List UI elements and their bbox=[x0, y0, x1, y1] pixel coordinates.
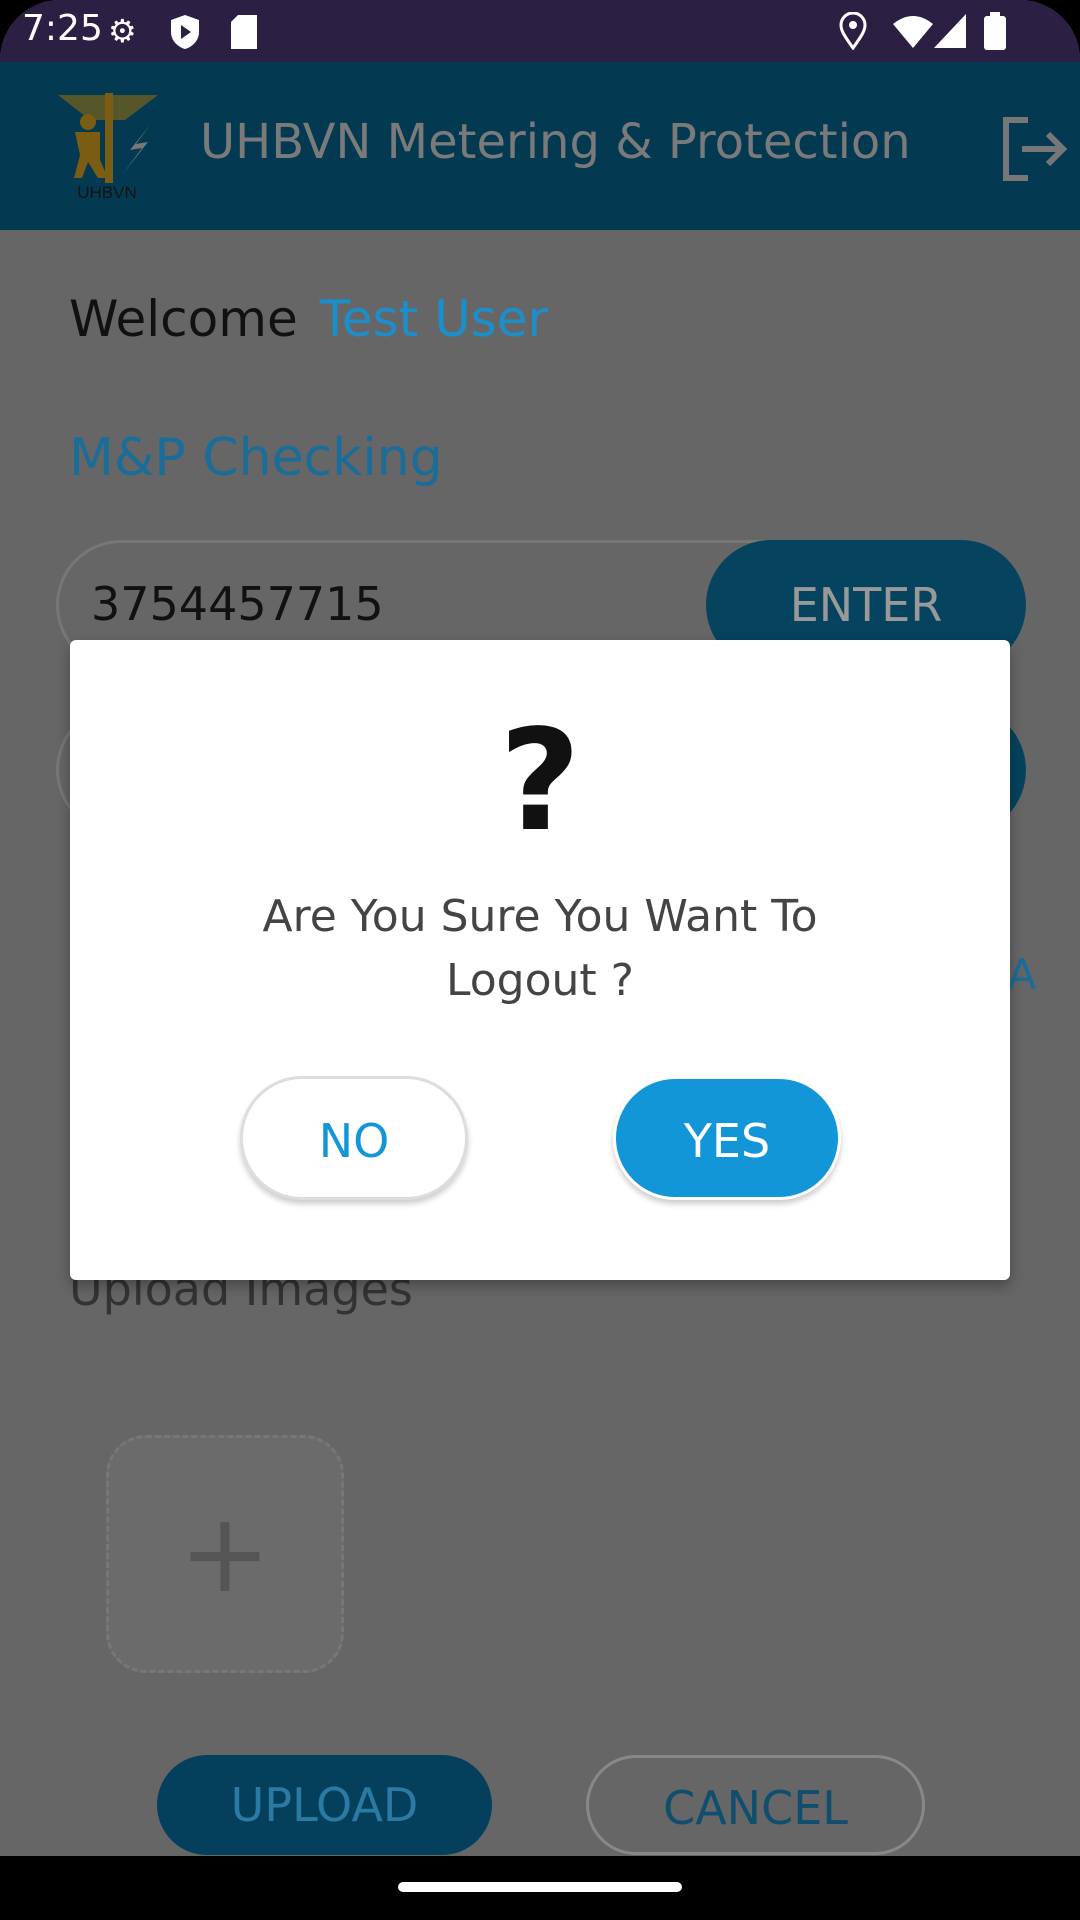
gear-icon: ⚙ bbox=[108, 12, 137, 50]
welcome-label: Welcome bbox=[69, 290, 298, 348]
shield-play-icon bbox=[171, 15, 199, 49]
plus-icon: + bbox=[178, 1489, 272, 1617]
location-icon bbox=[839, 12, 867, 50]
wifi-icon bbox=[893, 16, 933, 48]
cancel-button[interactable]: CANCEL bbox=[586, 1755, 925, 1855]
welcome-text: Welcome Test User bbox=[69, 290, 548, 348]
screen: 7:25 ⚙ UHBVN UHBVN Metering & Protection… bbox=[0, 0, 1080, 1920]
account-value: 3754457715 bbox=[91, 577, 384, 631]
sd-card-icon bbox=[231, 15, 257, 49]
dialog-message: Are You Sure You Want To Logout ? bbox=[262, 891, 818, 1006]
question-icon: ? bbox=[499, 700, 581, 863]
no-button[interactable]: NO bbox=[240, 1076, 468, 1200]
add-image-button[interactable]: + bbox=[106, 1435, 344, 1673]
logout-dialog: ? Are You Sure You Want To Logout ? NO Y… bbox=[70, 640, 1010, 1280]
app-bar: UHBVN UHBVN Metering & Protection bbox=[0, 62, 1080, 230]
logout-icon[interactable] bbox=[1000, 114, 1070, 184]
app-title: UHBVN Metering & Protection bbox=[200, 114, 911, 170]
user-name: Test User bbox=[319, 290, 549, 348]
signal-icon bbox=[934, 14, 966, 48]
clock: 7:25 bbox=[22, 8, 103, 49]
logo-text: UHBVN bbox=[77, 183, 137, 202]
battery-icon bbox=[984, 12, 1006, 50]
home-handle[interactable] bbox=[398, 1882, 682, 1892]
navigation-bar bbox=[0, 1856, 1080, 1920]
section-title: M&P Checking bbox=[69, 428, 443, 488]
status-bar: 7:25 ⚙ bbox=[0, 0, 1080, 62]
uhbvn-logo: UHBVN bbox=[50, 90, 165, 205]
upload-button[interactable]: UPLOAD bbox=[157, 1755, 492, 1855]
yes-button[interactable]: YES bbox=[613, 1076, 841, 1200]
